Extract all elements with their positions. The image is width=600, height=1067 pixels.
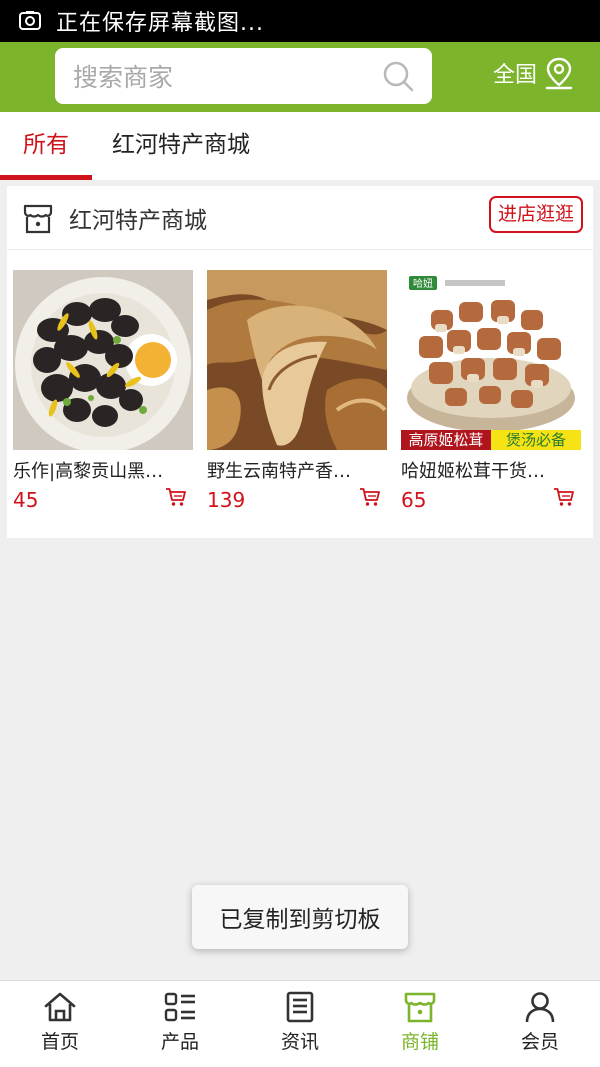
category-tabs: 所有 红河特产商城 <box>0 112 600 180</box>
cart-icon[interactable] <box>359 486 381 508</box>
region-selector[interactable]: 全国 <box>493 56 575 90</box>
product-image[interactable] <box>13 270 193 450</box>
search-box[interactable]: 搜索商家 <box>55 48 432 104</box>
search-input[interactable]: 搜索商家 <box>73 58 374 94</box>
product-banner-right: 煲汤必备 <box>506 431 566 449</box>
store-icon <box>23 204 53 233</box>
tab-honghe-mall[interactable]: 红河特产商城 <box>112 112 250 180</box>
agaricus-mushroom-image: 哈妞 高原姬松茸 煲汤必备 <box>401 270 581 450</box>
search-button[interactable] <box>374 52 422 100</box>
product-name: 野生云南特产香… <box>207 461 351 482</box>
nav-label: 资讯 <box>280 1031 319 1053</box>
product-list: 乐作|高黎贡山黑… 45 野生云南特产香… 139 哈妞 高原姬松茸 煲汤必备 … <box>13 270 587 520</box>
store-header[interactable]: 红河特产商城 进店逛逛 <box>7 186 593 250</box>
region-label: 全国 <box>493 63 538 88</box>
nav-label: 商铺 <box>400 1031 439 1053</box>
screenshot-icon <box>19 11 41 30</box>
product-image[interactable] <box>207 270 387 450</box>
toast-message: 已复制到剪切板 <box>192 885 408 949</box>
nav-label: 产品 <box>160 1031 199 1053</box>
store-card: 红河特产商城 进店逛逛 乐作|高黎贡山黑… 45 野生云南特产香… 139 哈妞… <box>7 186 593 538</box>
product-item[interactable]: 哈妞 高原姬松茸 煲汤必备 哈妞姬松茸干货… 65 <box>401 270 581 512</box>
nav-member[interactable]: 会员 <box>480 981 600 1067</box>
nav-label: 首页 <box>40 1031 79 1053</box>
product-item[interactable]: 乐作|高黎贡山黑… 45 <box>13 270 193 512</box>
status-text: 正在保存屏幕截图... <box>56 11 264 36</box>
nav-products[interactable]: 产品 <box>120 981 240 1067</box>
news-icon <box>286 991 314 1023</box>
product-logo-text: 哈妞 <box>413 277 433 290</box>
status-bar: 正在保存屏幕截图... <box>0 0 600 42</box>
tab-all[interactable]: 所有 <box>0 112 92 180</box>
truffle-dish-image <box>13 270 193 450</box>
nav-news[interactable]: 资讯 <box>240 981 360 1067</box>
shop-icon <box>404 992 436 1023</box>
home-icon <box>44 992 76 1022</box>
member-icon <box>525 992 555 1023</box>
location-pin-icon <box>545 57 573 90</box>
product-image[interactable]: 哈妞 高原姬松茸 煲汤必备 <box>401 270 581 450</box>
header-bar: 搜索商家 全国 <box>0 42 600 112</box>
product-list-icon <box>164 992 195 1022</box>
nav-shops[interactable]: 商铺 <box>360 981 480 1067</box>
enter-store-button[interactable]: 进店逛逛 <box>488 196 583 233</box>
bottom-nav: 首页 产品 资讯 商铺 会员 <box>0 980 600 1067</box>
search-icon <box>383 61 414 92</box>
nav-label: 会员 <box>520 1031 559 1053</box>
product-item[interactable]: 野生云南特产香… 139 <box>207 270 387 512</box>
nav-home[interactable]: 首页 <box>0 981 120 1067</box>
product-name: 乐作|高黎贡山黑… <box>13 461 164 482</box>
store-name: 红河特产商城 <box>69 207 207 234</box>
cart-icon[interactable] <box>553 486 575 508</box>
cart-icon[interactable] <box>165 486 187 508</box>
product-name: 哈妞姬松茸干货… <box>401 461 545 482</box>
dried-mushroom-image <box>207 270 387 450</box>
product-banner-left: 高原姬松茸 <box>408 431 483 449</box>
